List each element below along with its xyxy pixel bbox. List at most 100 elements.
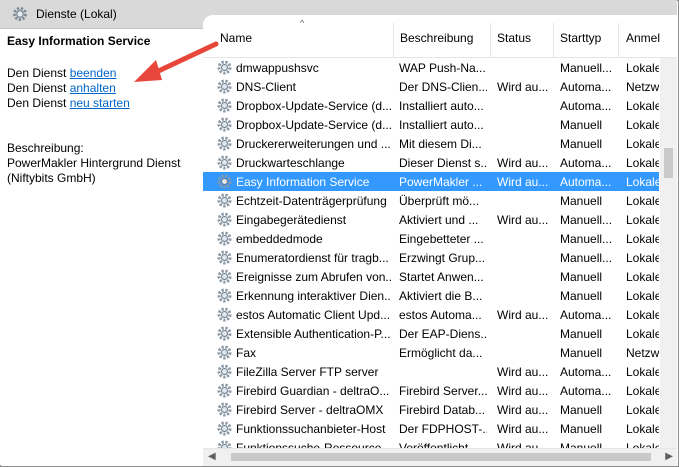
scroll-right-icon[interactable]: ▶ <box>665 451 673 462</box>
service-startup-type: Automa... <box>560 156 612 170</box>
service-logon-as: Lokale <box>626 384 659 398</box>
service-gear-icon <box>217 98 232 113</box>
service-name: Erkennung interaktiver Dien... <box>236 289 391 303</box>
table-row[interactable]: FileZilla Server FTP server Wird au... Aut… <box>203 362 659 381</box>
table-row[interactable]: estos Automatic Client Upd... estos Autom… <box>203 305 659 324</box>
service-startup-type: Manuell... <box>560 232 613 246</box>
service-gear-icon <box>217 117 232 132</box>
action-stop: Den Dienst beenden <box>7 66 116 80</box>
column-startup-type[interactable]: Starttyp <box>560 31 601 45</box>
service-logon-as: Lokale <box>626 403 659 417</box>
service-name: embeddedmode <box>236 232 323 246</box>
window-title: Dienste (Lokal) <box>36 7 117 21</box>
service-startup-type: Manuell <box>560 327 603 341</box>
service-description: Dieser Dienst s... <box>399 156 487 170</box>
scroll-left-icon[interactable]: ◀ <box>208 451 216 462</box>
service-startup-type: Manuell <box>560 118 603 132</box>
service-name: Funktionssuchanbieter-Host <box>236 422 386 436</box>
service-logon-as: Lokale <box>626 99 659 113</box>
column-divider[interactable] <box>490 23 491 57</box>
service-description: Der EAP-Diens... <box>399 327 487 341</box>
service-description: Der FDPHOST-... <box>399 422 487 436</box>
service-name: Dropbox-Update-Service (d... <box>236 99 391 113</box>
table-row[interactable]: Druckererweiterungen und ... Mit diesem D… <box>203 134 659 153</box>
service-startup-type: Manuell <box>560 346 603 360</box>
table-row[interactable]: Fax Ermöglicht da... Manuell Netzw <box>203 343 659 362</box>
service-logon-as: Lokale <box>626 270 659 284</box>
service-logon-as: Lokale <box>626 175 659 189</box>
service-logon-as: Netzw <box>626 346 659 360</box>
column-divider[interactable] <box>618 23 619 57</box>
service-name: Druckwarteschlange <box>236 156 345 170</box>
service-status: Wird au... <box>497 80 549 94</box>
stop-service-link[interactable]: beenden <box>70 66 117 80</box>
table-row[interactable]: Eingabegerätedienst Aktiviert und ... Wird… <box>203 210 659 229</box>
action-stop-prefix: Den Dienst <box>7 66 70 80</box>
column-divider[interactable] <box>553 23 554 57</box>
table-row[interactable]: DNS-Client Der DNS-Clien... Wird au... Auto… <box>203 77 659 96</box>
action-restart-prefix: Den Dienst <box>7 96 70 110</box>
service-description: Firebird Datab... <box>399 403 486 417</box>
service-startup-type: Manuell <box>560 403 603 417</box>
table-row[interactable]: Ereignisse zum Abrufen von... Startet Anw… <box>203 267 659 286</box>
service-status: Wird au... <box>497 175 549 189</box>
description-text: PowerMakler Hintergrund Dienst (Niftybit… <box>7 156 181 185</box>
service-gear-icon <box>217 269 232 284</box>
service-status: Wird au... <box>497 384 549 398</box>
service-name: Easy Information Service <box>236 175 370 189</box>
table-row[interactable]: Druckwarteschlange Dieser Dienst s... Wird… <box>203 153 659 172</box>
vertical-scrollbar[interactable] <box>660 58 677 450</box>
service-description: Erzwingt Grup... <box>399 251 486 265</box>
table-row-selected[interactable]: Easy Information Service PowerMakler ... W… <box>203 172 659 191</box>
table-row[interactable]: Echtzeit-Datenträgerprüfung Überprüft mö.… <box>203 191 659 210</box>
restart-service-link[interactable]: neu starten <box>70 96 130 110</box>
column-logon-as[interactable]: Anmel <box>626 31 660 45</box>
service-name: Firebird Server - deltraOMX <box>236 403 384 417</box>
table-row[interactable]: Firebird Guardian - deltraO... Firebird S… <box>203 381 659 400</box>
table-row[interactable]: Firebird Server - deltraOMX Firebird Data… <box>203 400 659 419</box>
service-gear-icon <box>217 174 232 189</box>
service-description: estos Automa... <box>399 308 482 322</box>
vertical-scroll-thumb[interactable] <box>664 148 673 178</box>
service-description: Startet Anwen... <box>399 270 484 284</box>
selected-service-title: Easy Information Service <box>7 34 151 48</box>
action-pause: Den Dienst anhalten <box>7 81 116 95</box>
service-logon-as: Lokale <box>626 308 659 322</box>
service-gear-icon <box>217 250 232 265</box>
table-row[interactable]: embeddedmode Eingebetteter ... Manuell... L… <box>203 229 659 248</box>
sort-ascending-icon: ^ <box>300 18 305 28</box>
column-description[interactable]: Beschreibung <box>400 31 473 45</box>
service-startup-type: Manuell <box>560 270 603 284</box>
table-row[interactable]: dmwappushsvc WAP Push-Na... Manuell... Loka… <box>203 58 659 77</box>
services-list-pane: ^ Name Beschreibung Status Starttyp Anme… <box>203 15 677 465</box>
service-name: Enumeratordienst für tragb... <box>236 251 389 265</box>
table-row[interactable]: Funktionssuchanbieter-Host Der FDPHOST-..… <box>203 419 659 438</box>
service-gear-icon <box>217 212 232 227</box>
table-row[interactable]: Dropbox-Update-Service (d... Installiert … <box>203 96 659 115</box>
service-name: Firebird Guardian - deltraO... <box>236 384 390 398</box>
column-divider[interactable] <box>393 23 394 57</box>
service-status: Wird au... <box>497 213 549 227</box>
service-name: FileZilla Server FTP server <box>236 365 379 379</box>
table-row[interactable]: Extensible Authentication-P... Der EAP-Di… <box>203 324 659 343</box>
service-gear-icon <box>217 383 232 398</box>
pause-service-link[interactable]: anhalten <box>70 81 116 95</box>
service-gear-icon <box>217 231 232 246</box>
action-pause-prefix: Den Dienst <box>7 81 70 95</box>
service-gear-icon <box>217 345 232 360</box>
service-logon-as: Netzw <box>626 80 659 94</box>
horizontal-scrollbar[interactable]: ◀ ▶ <box>203 448 677 466</box>
service-name: Extensible Authentication-P... <box>236 327 391 341</box>
service-status: Wird au... <box>497 365 549 379</box>
horizontal-scroll-thumb[interactable] <box>231 453 651 461</box>
table-row[interactable]: Dropbox-Update-Service (d... Installiert … <box>203 115 659 134</box>
column-status[interactable]: Status <box>497 31 531 45</box>
table-row[interactable]: Erkennung interaktiver Dien... Aktiviert … <box>203 286 659 305</box>
table-row[interactable]: Enumeratordienst für tragb... Erzwingt Gr… <box>203 248 659 267</box>
service-startup-type: Manuell... <box>560 251 613 265</box>
service-name: dmwappushsvc <box>236 61 319 75</box>
service-name: Ereignisse zum Abrufen von... <box>236 270 391 284</box>
service-logon-as: Lokale <box>626 289 659 303</box>
service-logon-as: Lokale <box>626 251 659 265</box>
service-description: Mit diesem Di... <box>399 137 482 151</box>
